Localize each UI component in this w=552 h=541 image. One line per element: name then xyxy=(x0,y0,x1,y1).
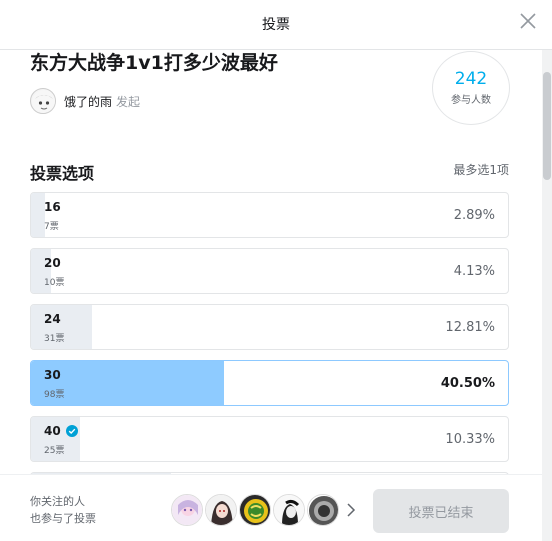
vote-option[interactable]: 16 7票 2.89% xyxy=(30,192,509,238)
option-votes: 10票 xyxy=(44,278,65,288)
vote-option[interactable]: 24 31票 12.81% xyxy=(30,304,509,350)
scrollbar-thumb[interactable] xyxy=(543,72,551,180)
option-votes: 98票 xyxy=(44,390,65,400)
author-avatar[interactable] xyxy=(30,88,56,114)
followed-voters-line2: 也参与了投票 xyxy=(30,512,96,525)
participant-count-number: 242 xyxy=(454,69,488,89)
vote-modal: 投票 东方大战争1v1打多少波最好 饿了的雨 发起 242 参与人数 投票选项 … xyxy=(0,0,552,541)
followed-voters-avatars xyxy=(171,494,357,526)
friend-avatar[interactable] xyxy=(307,494,339,526)
option-label: 40 xyxy=(44,424,61,438)
chevron-right-icon[interactable] xyxy=(345,502,357,518)
modal-header: 投票 xyxy=(0,0,552,50)
participant-count-label: 参与人数 xyxy=(451,95,491,106)
option-votes: 7票 xyxy=(44,222,59,232)
option-votes: 31票 xyxy=(44,334,65,344)
option-label: 24 xyxy=(44,312,61,326)
option-votes: 25票 xyxy=(44,446,65,456)
friend-avatar[interactable] xyxy=(205,494,237,526)
vote-option[interactable]: 40 25票 10.33% xyxy=(30,416,509,462)
scrollbar[interactable] xyxy=(542,50,552,541)
verified-check-icon xyxy=(65,425,78,437)
options-title: 投票选项 xyxy=(30,164,95,183)
author-name[interactable]: 饿了的雨 xyxy=(64,93,112,110)
author-tag: 发起 xyxy=(116,94,141,109)
modal-title: 投票 xyxy=(262,17,290,33)
vote-footer: 你关注的人 也参与了投票 投票已结束 xyxy=(0,474,542,541)
options-hint: 最多选1项 xyxy=(453,163,509,177)
friend-avatar[interactable] xyxy=(239,494,271,526)
option-percent: 4.13% xyxy=(453,264,495,279)
vote-title: 东方大战争1v1打多少波最好 xyxy=(30,52,278,74)
friend-avatar[interactable] xyxy=(171,494,203,526)
followed-voters-note: 你关注的人 也参与了投票 xyxy=(30,493,96,527)
option-percent: 2.89% xyxy=(453,208,495,223)
participant-count: 242 参与人数 xyxy=(432,51,510,125)
option-percent: 10.33% xyxy=(445,432,495,447)
vote-ended-button[interactable]: 投票已结束 xyxy=(373,489,509,533)
option-label: 30 xyxy=(44,368,61,382)
options-list: 16 7票 2.89% 20 10票 4.13% 24 31票 12.81% 3… xyxy=(30,192,509,496)
followed-voters-line1: 你关注的人 xyxy=(30,495,85,508)
friend-avatar[interactable] xyxy=(273,494,305,526)
option-label: 16 xyxy=(44,200,61,214)
close-icon[interactable] xyxy=(518,11,538,31)
vote-author: 饿了的雨 发起 xyxy=(30,88,140,114)
vote-option[interactable]: 20 10票 4.13% xyxy=(30,248,509,294)
option-percent: 12.81% xyxy=(445,320,495,335)
vote-option-selected[interactable]: 30 98票 40.50% xyxy=(30,360,509,406)
option-fill-bar xyxy=(31,193,45,237)
option-percent: 40.50% xyxy=(440,376,495,391)
option-label: 20 xyxy=(44,256,61,270)
